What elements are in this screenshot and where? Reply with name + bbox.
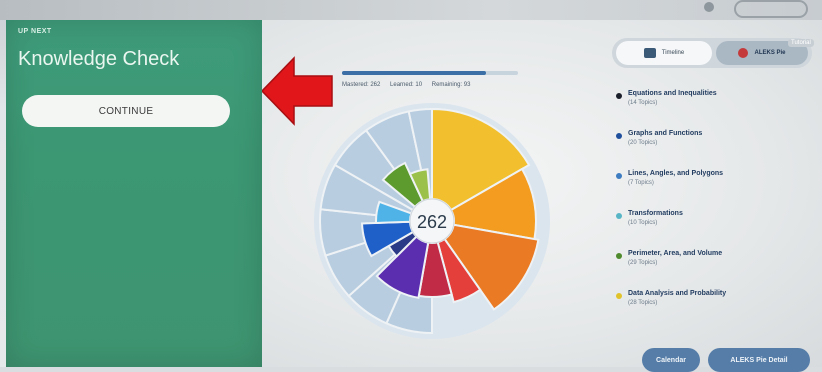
menu-dot-icon — [704, 2, 714, 12]
top-bar — [0, 0, 822, 20]
up-next-panel: UP NEXT Knowledge Check CONTINUE — [6, 20, 262, 367]
topic-name: Equations and Inequalities — [628, 90, 717, 97]
topic-count: (7 Topics) — [628, 180, 654, 186]
mastered-count: Mastered: 262 — [342, 82, 381, 88]
view-toggle: Timeline ALEKS Pie — [612, 38, 812, 68]
pie-detail-button[interactable]: ALEKS Pie Detail — [708, 348, 810, 372]
topic-name: Perimeter, Area, and Volume — [628, 250, 723, 257]
tutorial-badge[interactable]: Tutorial — [788, 39, 814, 47]
tab-pie-label: ALEKS Pie — [754, 50, 786, 56]
topic-color-dot — [616, 293, 622, 299]
topic-count: (29 Topics) — [628, 260, 658, 266]
calendar-icon — [643, 48, 656, 58]
progress-fill — [342, 71, 487, 75]
tab-timeline[interactable]: Timeline — [616, 41, 712, 65]
pie-center-value: 262 — [417, 212, 447, 232]
learned-count: Learned: 10 — [390, 82, 423, 88]
topic-name: Graphs and Functions — [628, 130, 703, 137]
topic-color-dot — [616, 133, 622, 139]
topic-legend: Equations and Inequalities (14 Topics) Gra… — [616, 90, 816, 330]
continue-button[interactable]: CONTINUE — [22, 95, 230, 127]
topic-item[interactable]: Data Analysis and Probability (28 Topics) — [616, 290, 816, 330]
top-right-pill[interactable] — [734, 0, 808, 18]
progress-bar — [342, 71, 518, 75]
tab-timeline-label: Timeline — [661, 50, 685, 56]
topic-count: (28 Topics) — [628, 300, 658, 306]
topic-name: Data Analysis and Probability — [628, 290, 727, 297]
progress-legend: Mastered: 262 Learned: 10 Remaining: 93 — [342, 82, 478, 88]
knowledge-check-title: Knowledge Check — [18, 48, 180, 70]
topic-item[interactable]: Perimeter, Area, and Volume (29 Topics) — [616, 250, 816, 290]
pie-icon — [738, 48, 749, 58]
topic-name: Lines, Angles, and Polygons — [628, 170, 724, 177]
topic-count: (14 Topics) — [628, 100, 658, 106]
topic-item[interactable]: Lines, Angles, and Polygons (7 Topics) — [616, 170, 816, 210]
topic-count: (10 Topics) — [628, 220, 658, 226]
aleks-pie-chart[interactable]: 262 — [314, 103, 550, 339]
topic-item[interactable]: Transformations (10 Topics) — [616, 210, 816, 250]
topic-color-dot — [616, 253, 622, 259]
topic-color-dot — [616, 213, 622, 219]
topic-item[interactable]: Graphs and Functions (20 Topics) — [616, 130, 816, 170]
remaining-count: Remaining: 93 — [431, 82, 471, 88]
topic-count: (20 Topics) — [628, 140, 658, 146]
up-next-label: UP NEXT — [18, 28, 52, 35]
topic-item[interactable]: Equations and Inequalities (14 Topics) — [616, 90, 816, 130]
topic-color-dot — [616, 93, 622, 99]
red-arrow-icon — [262, 56, 333, 126]
main-content: Mastered: 262 Learned: 10 Remaining: 93 … — [262, 20, 822, 372]
topic-color-dot — [616, 173, 622, 179]
calendar-button[interactable]: Calendar — [642, 348, 700, 372]
topic-name: Transformations — [628, 210, 683, 217]
